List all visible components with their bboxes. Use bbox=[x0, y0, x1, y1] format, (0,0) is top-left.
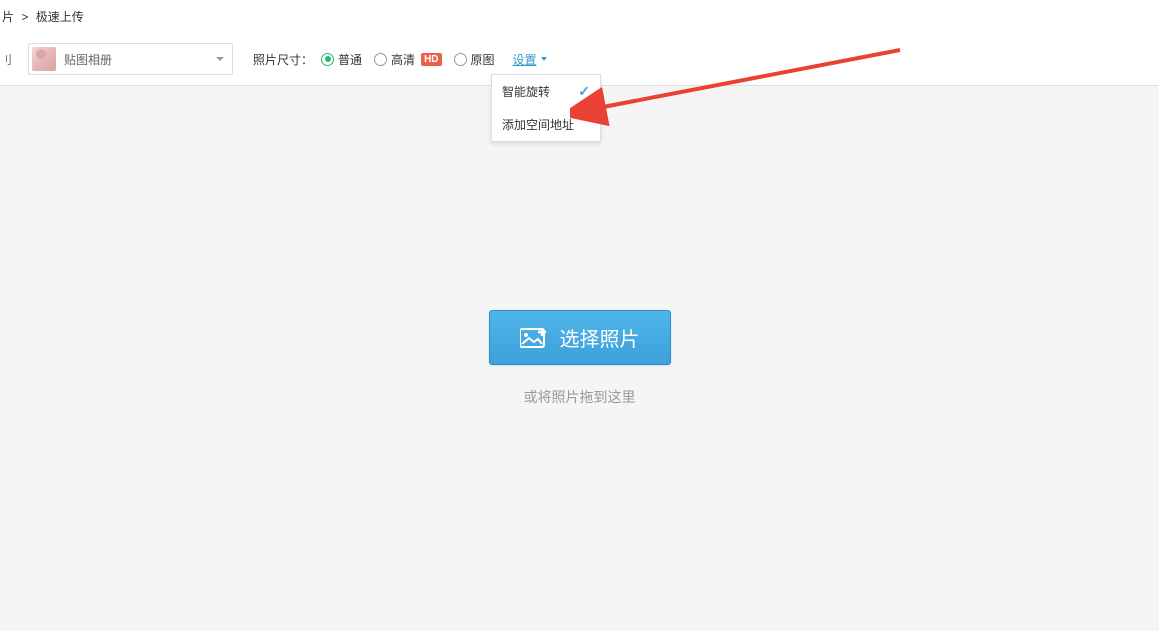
toolbar-left-text: 刂 bbox=[0, 51, 18, 68]
radio-hd[interactable]: 高清 HD bbox=[374, 51, 441, 68]
dropdown-item-add-space-url[interactable]: 添加空间地址 bbox=[492, 108, 600, 141]
radio-original-label: 原图 bbox=[471, 51, 495, 68]
album-thumbnail bbox=[32, 47, 56, 71]
size-radio-group: 普通 高清 HD 原图 bbox=[321, 51, 495, 68]
chevron-down-icon bbox=[216, 57, 224, 61]
album-select[interactable]: 贴图相册 bbox=[28, 43, 233, 75]
hd-badge: HD bbox=[421, 53, 441, 66]
toolbar: 刂 贴图相册 照片尺寸： 普通 高清 HD 原图 设置 智能旋转 ✓ 添加空间地… bbox=[0, 33, 1159, 86]
settings-dropdown-toggle[interactable]: 设置 bbox=[513, 51, 547, 68]
check-icon: ✓ bbox=[578, 83, 590, 100]
breadcrumb: 片 > 极速上传 bbox=[0, 0, 1159, 33]
radio-icon bbox=[454, 53, 467, 66]
radio-icon bbox=[374, 53, 387, 66]
photo-size-label: 照片尺寸： bbox=[253, 51, 313, 68]
settings-dropdown-menu: 智能旋转 ✓ 添加空间地址 bbox=[491, 74, 601, 142]
chevron-down-icon bbox=[541, 57, 547, 61]
drag-hint-text: 或将照片拖到这里 bbox=[524, 387, 636, 407]
dropdown-item-label: 添加空间地址 bbox=[502, 116, 574, 133]
dropdown-item-smart-rotate[interactable]: 智能旋转 ✓ bbox=[492, 75, 600, 108]
radio-normal[interactable]: 普通 bbox=[321, 51, 362, 68]
radio-hd-label: 高清 bbox=[391, 51, 415, 68]
dropdown-item-label: 智能旋转 bbox=[502, 83, 550, 100]
breadcrumb-separator: > bbox=[21, 10, 28, 24]
photo-plus-icon bbox=[520, 327, 548, 349]
radio-icon bbox=[321, 53, 334, 66]
select-photo-label: 选择照片 bbox=[560, 323, 640, 352]
radio-normal-label: 普通 bbox=[338, 51, 362, 68]
upload-area[interactable]: 选择照片 或将照片拖到这里 bbox=[0, 86, 1159, 631]
album-name: 贴图相册 bbox=[64, 51, 216, 68]
breadcrumb-last: 极速上传 bbox=[36, 10, 84, 24]
settings-label: 设置 bbox=[513, 51, 537, 68]
breadcrumb-first: 片 bbox=[2, 10, 14, 24]
radio-original[interactable]: 原图 bbox=[454, 51, 495, 68]
select-photo-button[interactable]: 选择照片 bbox=[489, 310, 671, 365]
